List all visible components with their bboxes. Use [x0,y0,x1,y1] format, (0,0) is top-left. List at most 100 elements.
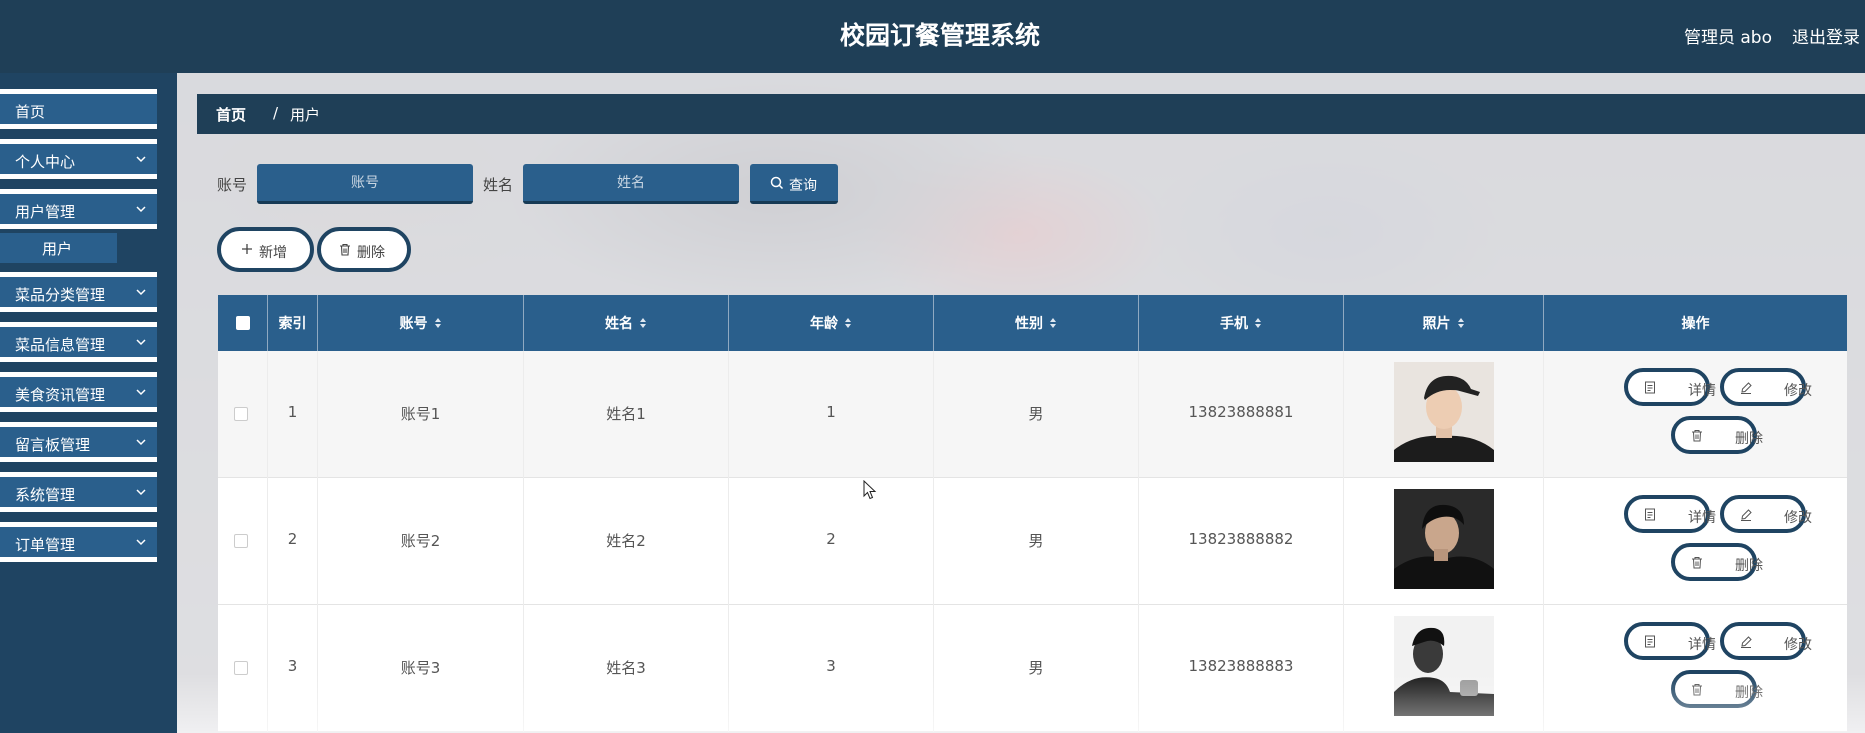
chevron-down-icon [136,206,146,213]
sort-icon [640,318,646,328]
row-select-cell [218,351,268,478]
edit-button-label: 修改 [1784,637,1812,653]
edit-button-label: 修改 [1784,383,1812,399]
cell-text: 账号2 [400,532,441,550]
column-index: 索引 [268,295,318,351]
column-photo[interactable]: 照片 [1344,295,1544,351]
sidebar-item-dish-category[interactable]: 菜品分类管理 [0,272,157,312]
cell-photo [1344,478,1544,605]
detail-button[interactable]: 详情 [1624,368,1716,406]
edit-button[interactable]: 修改 [1720,622,1812,660]
sidebar-item-food-news[interactable]: 美食资讯管理 [0,372,157,412]
cell-name: 姓名2 [524,478,729,605]
document-icon [1645,635,1655,648]
sort-icon [1050,318,1056,328]
cell-gender: 男 [934,351,1139,478]
trash-icon [1692,430,1702,442]
column-name[interactable]: 姓名 [524,295,729,351]
sidebar-item-system[interactable]: 系统管理 [0,472,157,512]
row-checkbox[interactable] [234,407,248,421]
cell-text: 男 [1028,405,1044,423]
cell-text: 13823888883 [1188,657,1294,675]
name-filter-label: 姓名 [483,176,514,194]
current-user: 管理员 abo [1683,28,1772,48]
cell-text: 男 [1028,532,1044,550]
column-label: 索引 [278,316,307,332]
sidebar-item-label: 菜品分类管理 [15,286,106,304]
cell-gender: 男 [934,478,1139,605]
table-row: 1 账号1 姓名1 1 男 13823888881 详情 修改 删除 [218,351,1847,478]
add-button[interactable]: 新增 [217,227,314,272]
sidebar-item-user-management[interactable]: 用户管理 [0,189,157,229]
column-account[interactable]: 账号 [318,295,524,351]
delete-button-label: 删除 [1735,685,1763,701]
sidebar-item-dish-info[interactable]: 菜品信息管理 [0,322,157,362]
search-button[interactable]: 查询 [750,164,838,204]
cell-text: 3 [826,657,836,675]
column-gender[interactable]: 性别 [934,295,1139,351]
name-search-input[interactable] [523,164,739,204]
sidebar-item-label: 个人中心 [15,153,76,171]
column-label: 手机 [1220,316,1248,332]
sidebar-subitem-label: 用户 [42,240,73,258]
sidebar-subitem-user[interactable]: 用户 [0,233,117,263]
detail-button[interactable]: 详情 [1624,622,1716,660]
user-photo[interactable] [1394,362,1494,462]
cell-photo [1344,351,1544,478]
chevron-down-icon [136,439,146,446]
cell-phone: 13823888882 [1139,478,1344,605]
cell-text: 姓名3 [606,659,646,677]
search-button-label: 查询 [789,178,817,194]
sidebar-item-label: 美食资讯管理 [15,386,106,404]
logout-link[interactable]: 退出登录 [1792,23,1860,48]
table-row: 3 账号3 姓名3 3 男 13823888883 详情 修改 删除 [218,605,1847,732]
top-bar: 校园订餐管理系统 管理员 abo 退出登录 [0,0,1865,73]
table-row: 2 账号2 姓名2 2 男 13823888882 详情 修改 删除 [218,478,1847,605]
sidebar-item-message-board[interactable]: 留言板管理 [0,422,157,462]
delete-button[interactable]: 删除 [1671,670,1763,708]
column-phone[interactable]: 手机 [1139,295,1344,351]
breadcrumb-home[interactable]: 首页 [216,104,246,125]
column-age[interactable]: 年龄 [729,295,934,351]
mouse-cursor-icon [863,480,877,500]
sort-icon [845,318,851,328]
account-filter-label: 账号 [217,176,248,194]
row-checkbox[interactable] [234,534,248,548]
trash-icon [1692,557,1702,569]
cell-text: 3 [287,657,298,675]
cell-text: 2 [287,530,298,548]
cell-phone: 13823888881 [1139,351,1344,478]
sidebar-item-orders[interactable]: 订单管理 [0,522,157,562]
select-all-cell [218,295,268,351]
select-all-checkbox[interactable] [236,316,250,330]
account-search-input[interactable] [257,164,473,204]
user-photo[interactable] [1394,616,1494,716]
cell-name: 姓名3 [524,605,729,732]
cell-index: 2 [268,478,318,605]
delete-button-label: 删除 [1735,558,1763,574]
detail-button[interactable]: 详情 [1624,495,1716,533]
cell-text: 男 [1028,659,1044,677]
delete-button[interactable]: 删除 [1671,416,1763,454]
table-header: 索引 账号 姓名 年龄 性别 手机 照片 操作 [218,295,1847,351]
row-select-cell [218,605,268,732]
sidebar-item-home[interactable]: 首页 [0,89,157,129]
sidebar-item-label: 用户管理 [15,203,76,221]
add-button-label: 新增 [259,245,287,261]
cell-text: 姓名1 [606,405,646,423]
user-photo[interactable] [1394,489,1494,589]
cell-index: 1 [268,351,318,478]
chevron-down-icon [136,156,146,163]
edit-button[interactable]: 修改 [1720,495,1812,533]
bulk-delete-button[interactable]: 删除 [317,227,411,272]
chevron-down-icon [136,289,146,296]
breadcrumb-current: 用户 [290,106,321,124]
delete-button[interactable]: 删除 [1671,543,1763,581]
app-title: 校园订餐管理系统 [839,21,1040,50]
document-icon [1645,508,1655,521]
row-checkbox[interactable] [234,661,248,675]
sidebar-item-personal-center[interactable]: 个人中心 [0,139,157,179]
edit-button[interactable]: 修改 [1720,368,1812,406]
breadcrumb-separator: / [273,104,279,122]
chevron-down-icon [136,389,146,396]
